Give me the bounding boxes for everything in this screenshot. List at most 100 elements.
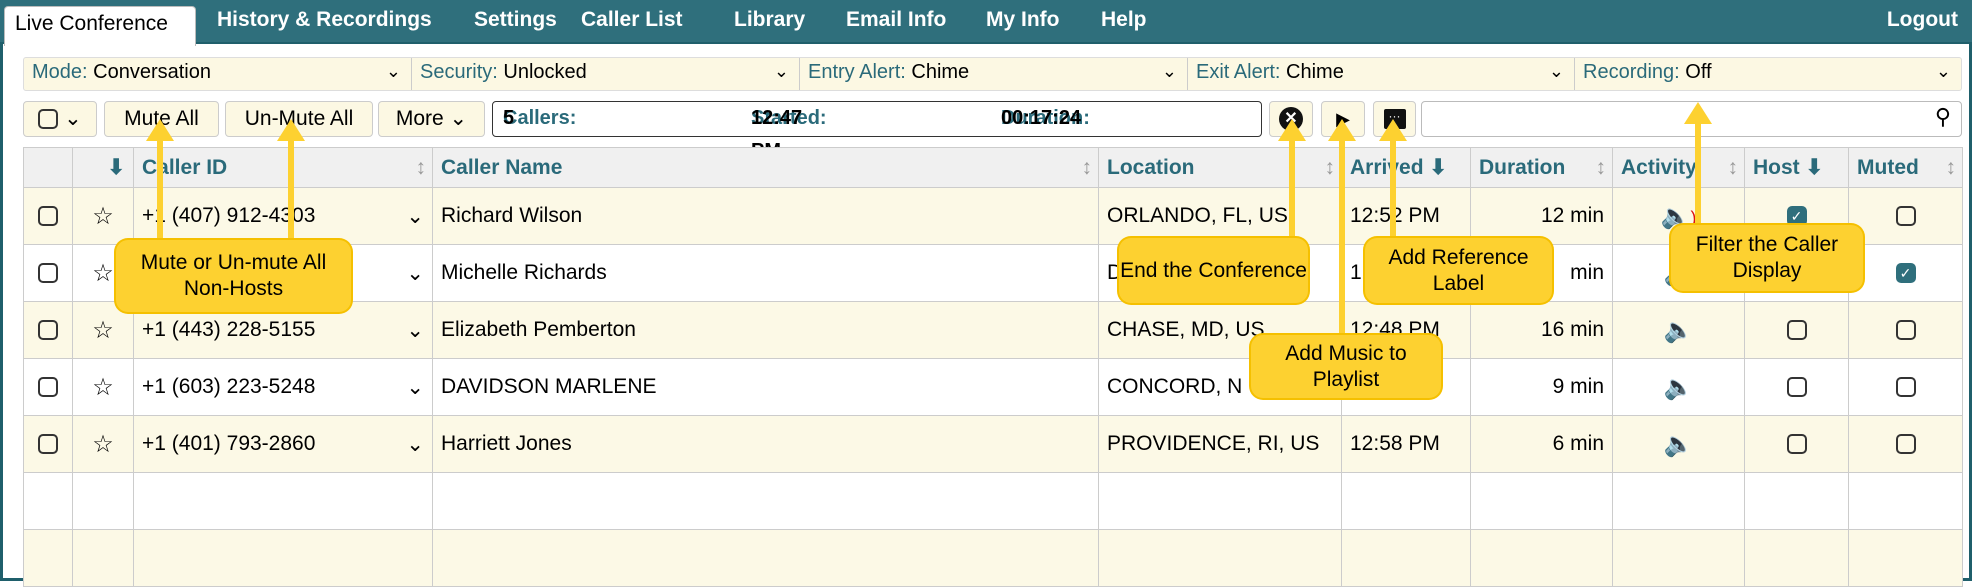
conference-info: Callers: 5 Started: 12:47 PM Duration: 0… [492, 101, 1262, 162]
tab-email-info[interactable]: Email Info [846, 8, 946, 32]
tab-help[interactable]: Help [1101, 8, 1147, 32]
sort-icon: ↕ [1324, 155, 1336, 179]
header-favorite[interactable]: ⬇ [72, 147, 134, 188]
chevron-down-icon[interactable]: ⌄ [406, 204, 424, 229]
entry-alert-select[interactable]: Entry Alert: Chime ⌄ [800, 58, 1188, 90]
caller-name: Harriett Jones [432, 415, 1099, 473]
star-icon[interactable]: ☆ [92, 260, 114, 287]
chevron-down-icon: ⌄ [385, 61, 401, 81]
row-checkbox[interactable] [38, 377, 58, 398]
search-icon: ⚲ [1934, 104, 1951, 129]
header-muted[interactable]: Muted ↕ [1848, 147, 1963, 188]
speaker-icon: 🔈 [1663, 430, 1694, 458]
mode-select[interactable]: Mode: Conversation ⌄ [24, 58, 412, 90]
muted-checkbox[interactable] [1895, 377, 1916, 398]
select-all-dropdown[interactable]: ⌄ [23, 101, 97, 137]
chevron-down-icon: ⌄ [1161, 61, 1177, 81]
location: ORLANDO, FL, US [1098, 187, 1342, 245]
security-select[interactable]: Security: Unlocked ⌄ [412, 58, 800, 90]
star-icon[interactable]: ☆ [92, 317, 114, 344]
arrow-icon [1278, 119, 1306, 238]
header-activity[interactable]: Activity ↕ [1612, 147, 1745, 188]
row-checkbox[interactable] [38, 206, 58, 227]
star-icon[interactable]: ☆ [92, 431, 114, 458]
chevron-down-icon: ⌄ [1548, 61, 1564, 81]
callout-end-conference: End the Conference [1119, 238, 1308, 303]
callout-add-music: Add Music to Playlist [1251, 335, 1441, 398]
empty-row [23, 472, 1963, 530]
sort-down-icon: ⬇ [107, 156, 125, 179]
chevron-down-icon: ⌄ [1935, 61, 1951, 81]
tab-settings[interactable]: Settings [474, 8, 557, 32]
arrow-icon [146, 119, 174, 240]
arrived: 12:58 PM [1341, 415, 1471, 473]
header-host[interactable]: Host ⬇ [1744, 147, 1849, 188]
table-row[interactable]: ☆ +1 (603) 223-5248 ⌄ DAVIDSON MARLENE CO… [23, 358, 1963, 416]
duration: 9 min [1470, 358, 1613, 416]
header-select [23, 147, 73, 188]
host-checkbox[interactable] [1786, 377, 1807, 398]
tab-library[interactable]: Library [734, 8, 805, 32]
row-checkbox[interactable] [38, 434, 58, 455]
sort-icon: ↕ [1595, 155, 1607, 179]
tab-caller-list[interactable]: Caller List [581, 8, 683, 32]
caller-name: Michelle Richards [432, 244, 1099, 302]
checkbox[interactable] [38, 109, 59, 130]
arrow-icon [1684, 102, 1712, 225]
sort-icon: ↕ [1727, 155, 1739, 179]
tab-my-info[interactable]: My Info [986, 8, 1060, 32]
recording-select[interactable]: Recording: Off ⌄ [1575, 58, 1961, 90]
star-icon[interactable]: ☆ [92, 374, 114, 401]
muted-checkbox[interactable]: ✓ [1895, 263, 1916, 284]
callers-table: ⬇ Caller ID ↕ Caller Name ↕ Location ↕ Arri… [23, 147, 1963, 587]
arrived: 12:52 PM [1341, 187, 1471, 245]
chevron-down-icon[interactable]: ⌄ [406, 318, 424, 343]
duration: 6 min [1470, 415, 1613, 473]
arrow-icon [1379, 119, 1407, 238]
tab-bar: Live Conference History & Recordings Set… [0, 0, 1972, 46]
logout-link[interactable]: Logout [1887, 8, 1958, 32]
callout-mute: Mute or Un-mute All Non-Hosts [116, 240, 351, 312]
caller-id: +1 (401) 793-2860 [142, 431, 316, 455]
exit-alert-select[interactable]: Exit Alert: Chime ⌄ [1188, 58, 1575, 90]
chevron-down-icon: ⌄ [449, 107, 468, 130]
caller-id: +1 (603) 223-5248 [142, 374, 316, 398]
star-icon[interactable]: ☆ [92, 203, 114, 230]
callout-filter: Filter the Caller Display [1671, 225, 1863, 291]
chevron-down-icon[interactable]: ⌄ [406, 261, 424, 286]
arrow-icon [1328, 119, 1356, 335]
tab-live-conference[interactable]: Live Conference [4, 6, 196, 46]
row-checkbox[interactable] [38, 320, 58, 341]
host-checkbox[interactable] [1786, 434, 1807, 455]
table-row[interactable]: ☆ +1 (401) 793-2860 ⌄ Harriett Jones PROV… [23, 415, 1963, 473]
chevron-down-icon[interactable]: ⌄ [406, 375, 424, 400]
host-checkbox[interactable]: ✓ [1786, 206, 1807, 227]
muted-checkbox[interactable] [1895, 320, 1916, 341]
location: PROVIDENCE, RI, US [1098, 415, 1342, 473]
duration: 16 min [1470, 301, 1613, 359]
header-location[interactable]: Location ↕ [1098, 147, 1342, 188]
speaker-icon: 🔈 [1663, 316, 1694, 344]
callout-reference-label: Add Reference Label [1365, 238, 1552, 303]
sort-icon: ↕ [1081, 155, 1093, 179]
muted-checkbox[interactable] [1895, 434, 1916, 455]
host-checkbox[interactable] [1786, 320, 1807, 341]
tab-history-recordings[interactable]: History & Recordings [217, 8, 432, 32]
sort-icon: ↕ [415, 155, 427, 179]
settings-bar: Mode: Conversation ⌄ Security: Unlocked ⌄ … [23, 57, 1962, 91]
sort-down-icon: ⬇ [1805, 156, 1824, 179]
header-duration[interactable]: Duration ↕ [1470, 147, 1613, 188]
chevron-down-icon: ⌄ [64, 107, 82, 130]
header-caller-id[interactable]: Caller ID ↕ [133, 147, 433, 188]
chevron-down-icon[interactable]: ⌄ [406, 432, 424, 457]
header-caller-name[interactable]: Caller Name ↕ [432, 147, 1099, 188]
duration: 12 min [1470, 187, 1613, 245]
caller-id: +1 (443) 228-5155 [142, 317, 316, 341]
header-arrived[interactable]: Arrived ⬇ [1341, 147, 1471, 188]
row-checkbox[interactable] [38, 263, 58, 284]
caller-name: Elizabeth Pemberton [432, 301, 1099, 359]
empty-row [23, 529, 1963, 587]
muted-checkbox[interactable] [1895, 206, 1916, 227]
speaker-icon: 🔈 [1663, 373, 1694, 401]
more-button[interactable]: More ⌄ [378, 101, 485, 137]
